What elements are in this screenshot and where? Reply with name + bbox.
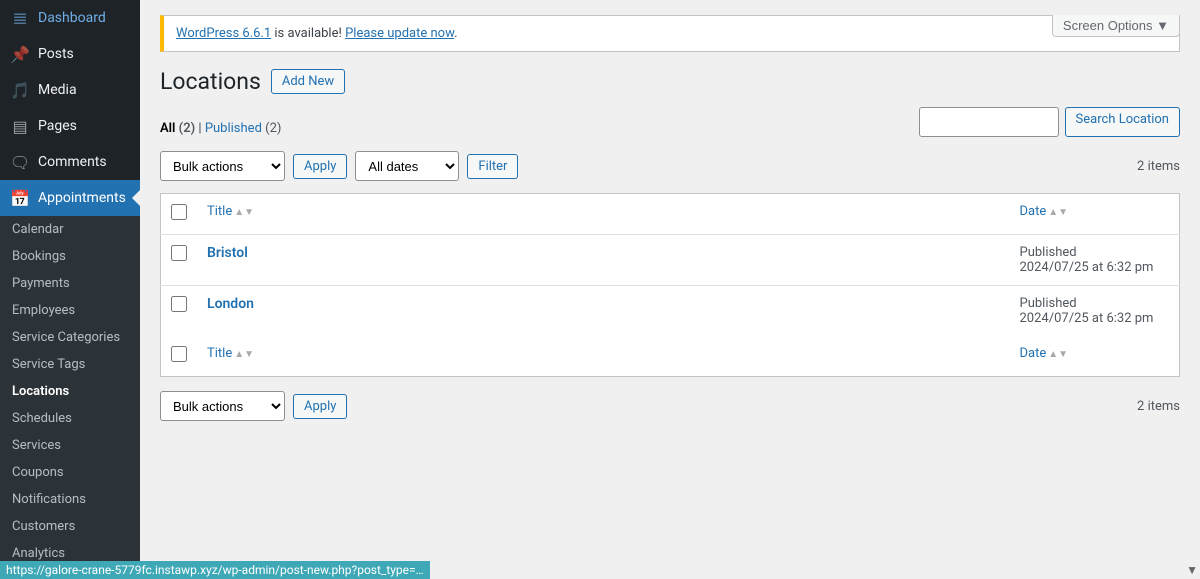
notice-suffix: . bbox=[454, 26, 457, 41]
select-all-bottom[interactable] bbox=[171, 346, 187, 362]
update-now-link[interactable]: Please update now bbox=[345, 26, 454, 41]
table-row: Bristol Published2024/07/25 at 6:32 pm bbox=[161, 235, 1180, 286]
screen-options-wrap: Screen Options ▼ bbox=[1052, 15, 1180, 37]
sub-notifications[interactable]: Notifications bbox=[0, 486, 140, 513]
row-checkbox[interactable] bbox=[171, 245, 187, 261]
sort-icon: ▲▼ bbox=[1048, 349, 1068, 360]
search-box: Search Location bbox=[919, 107, 1180, 137]
table-row: London Published2024/07/25 at 6:32 pm bbox=[161, 286, 1180, 337]
row-status: Published bbox=[1020, 245, 1077, 260]
sub-calendar[interactable]: Calendar bbox=[0, 216, 140, 243]
row-checkbox[interactable] bbox=[171, 296, 187, 312]
bulk-actions-select-bottom[interactable]: Bulk actions bbox=[160, 391, 285, 421]
row-status: Published bbox=[1020, 296, 1077, 311]
date-filter-select[interactable]: All dates bbox=[355, 151, 459, 181]
col-title-sort[interactable]: Title▲▼ bbox=[207, 204, 254, 219]
row-title-link[interactable]: London bbox=[207, 296, 254, 312]
filter-published[interactable]: Published (2) bbox=[205, 121, 282, 136]
sort-icon: ▲▼ bbox=[1048, 207, 1068, 218]
row-title-link[interactable]: Bristol bbox=[207, 245, 248, 261]
screen-options-button[interactable]: Screen Options ▼ bbox=[1052, 15, 1180, 37]
sort-icon: ▲▼ bbox=[234, 207, 254, 218]
page-heading: Locations Add New bbox=[160, 68, 1180, 95]
menu-posts[interactable]: 📌Posts bbox=[0, 36, 140, 72]
items-count-bottom: 2 items bbox=[1137, 399, 1180, 414]
status-filters: All (2) | Published (2) bbox=[160, 121, 281, 136]
admin-sidebar: 𝌆Dashboard 📌Posts 🎵Media ▤Pages 🗨Comment… bbox=[0, 0, 140, 579]
sub-employees[interactable]: Employees bbox=[0, 297, 140, 324]
menu-media[interactable]: 🎵Media bbox=[0, 72, 140, 108]
menu-dashboard[interactable]: 𝌆Dashboard bbox=[0, 0, 140, 36]
dashboard-icon: 𝌆 bbox=[10, 8, 30, 28]
col-date-sort[interactable]: Date▲▼ bbox=[1020, 204, 1069, 219]
sub-schedules[interactable]: Schedules bbox=[0, 405, 140, 432]
sub-locations[interactable]: Locations bbox=[0, 378, 140, 405]
pin-icon: 📌 bbox=[10, 44, 30, 64]
menu-comments[interactable]: 🗨Comments bbox=[0, 144, 140, 180]
page-title: Locations bbox=[160, 68, 261, 95]
sub-coupons[interactable]: Coupons bbox=[0, 459, 140, 486]
bulk-actions-select-top[interactable]: Bulk actions bbox=[160, 151, 285, 181]
locations-table: Title▲▼ Date▲▼ Bristol Published2024/07/… bbox=[160, 193, 1180, 377]
comments-icon: 🗨 bbox=[10, 152, 30, 172]
media-icon: 🎵 bbox=[10, 80, 30, 100]
bulk-apply-bottom[interactable]: Apply bbox=[293, 394, 347, 419]
sub-payments[interactable]: Payments bbox=[0, 270, 140, 297]
scroll-indicator-icon: ▼ bbox=[1186, 563, 1198, 577]
submenu-appointments: Calendar Bookings Payments Employees Ser… bbox=[0, 216, 140, 579]
tablenav-top: Bulk actions Apply All dates Filter 2 it… bbox=[160, 151, 1180, 181]
sub-service-tags[interactable]: Service Tags bbox=[0, 351, 140, 378]
update-notice: WordPress 6.6.1 is available! Please upd… bbox=[160, 15, 1180, 52]
search-input[interactable] bbox=[919, 107, 1059, 137]
col-title-sort-foot[interactable]: Title▲▼ bbox=[207, 346, 254, 361]
pages-icon: ▤ bbox=[10, 116, 30, 136]
search-button[interactable]: Search Location bbox=[1065, 107, 1180, 137]
sub-bookings[interactable]: Bookings bbox=[0, 243, 140, 270]
sub-services[interactable]: Services bbox=[0, 432, 140, 459]
row-date: 2024/07/25 at 6:32 pm bbox=[1020, 311, 1154, 326]
sort-icon: ▲▼ bbox=[234, 349, 254, 360]
row-date: 2024/07/25 at 6:32 pm bbox=[1020, 260, 1154, 275]
filter-all[interactable]: All (2) bbox=[160, 121, 195, 136]
bulk-apply-top[interactable]: Apply bbox=[293, 154, 347, 179]
main-content: Screen Options ▼ WordPress 6.6.1 is avai… bbox=[140, 15, 1200, 421]
add-new-button[interactable]: Add New bbox=[271, 69, 345, 94]
menu-pages[interactable]: ▤Pages bbox=[0, 108, 140, 144]
items-count-top: 2 items bbox=[1137, 159, 1180, 174]
tablenav-bottom: Bulk actions Apply 2 items bbox=[160, 391, 1180, 421]
wp-version-link[interactable]: WordPress 6.6.1 bbox=[176, 26, 271, 41]
notice-middle: is available! bbox=[271, 26, 345, 41]
sub-service-categories[interactable]: Service Categories bbox=[0, 324, 140, 351]
sub-customers[interactable]: Customers bbox=[0, 513, 140, 540]
browser-status-url: https://galore-crane-5779fc.instawp.xyz/… bbox=[0, 561, 430, 579]
menu-appointments[interactable]: 📅Appointments bbox=[0, 180, 140, 216]
col-date-sort-foot[interactable]: Date▲▼ bbox=[1020, 346, 1069, 361]
calendar-icon: 📅 bbox=[10, 188, 30, 208]
filter-button[interactable]: Filter bbox=[467, 154, 518, 179]
select-all-top[interactable] bbox=[171, 204, 187, 220]
